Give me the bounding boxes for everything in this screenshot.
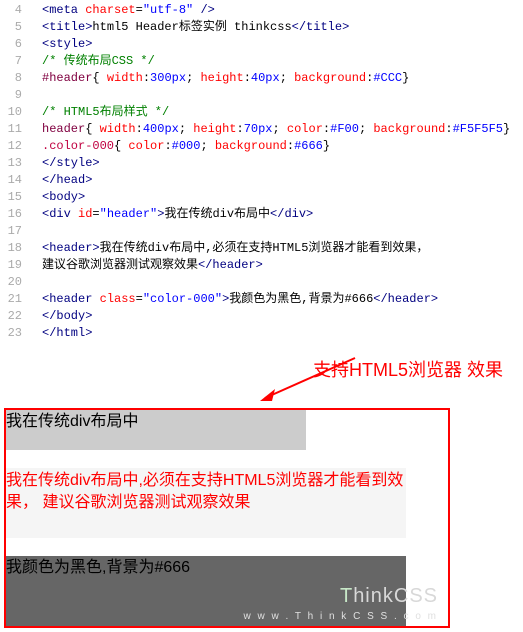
- line-number: 4: [0, 2, 30, 19]
- line-number: 21: [0, 291, 30, 308]
- line-number: 18: [0, 240, 30, 257]
- code-content[interactable]: [30, 223, 42, 240]
- code-content[interactable]: <title>html5 Header标签实例 thinkcss</title>: [30, 19, 349, 36]
- line-number: 19: [0, 257, 30, 274]
- code-line[interactable]: 6<style>: [0, 36, 523, 53]
- code-line[interactable]: 4<meta charset="utf-8" />: [0, 2, 523, 19]
- line-number: 20: [0, 274, 30, 291]
- output-div-header: 我在传统div布局中: [6, 410, 306, 450]
- code-content[interactable]: /* HTML5布局样式 */: [30, 104, 169, 121]
- code-line[interactable]: 12.color-000{ color:#000; background:#66…: [0, 138, 523, 155]
- code-content[interactable]: #header{ width:300px; height:40px; backg…: [30, 70, 409, 87]
- code-line[interactable]: 13</style>: [0, 155, 523, 172]
- code-line[interactable]: 5<title>html5 Header标签实例 thinkcss</title…: [0, 19, 523, 36]
- line-number: 8: [0, 70, 30, 87]
- line-number: 10: [0, 104, 30, 121]
- code-content[interactable]: header{ width:400px; height:70px; color:…: [30, 121, 510, 138]
- browser-output-panel: 我在传统div布局中 我在传统div布局中,必须在支持HTML5浏览器才能看到效…: [4, 408, 450, 628]
- code-content[interactable]: <body>: [30, 189, 85, 206]
- code-content[interactable]: </html>: [30, 325, 92, 342]
- line-number: 16: [0, 206, 30, 223]
- code-line[interactable]: 23</html>: [0, 325, 523, 342]
- code-content[interactable]: .color-000{ color:#000; background:#666}: [30, 138, 330, 155]
- code-content[interactable]: [30, 274, 42, 291]
- line-number: 5: [0, 19, 30, 36]
- code-line[interactable]: 17: [0, 223, 523, 240]
- line-number: 23: [0, 325, 30, 342]
- annotation-area: 支持HTML5浏览器 效果: [0, 348, 523, 408]
- code-content[interactable]: 建议谷歌浏览器测试观察效果</header>: [30, 257, 263, 274]
- code-line[interactable]: 9: [0, 87, 523, 104]
- code-content[interactable]: </head>: [30, 172, 92, 189]
- code-content[interactable]: <div id="header">我在传统div布局中</div>: [30, 206, 313, 223]
- line-number: 13: [0, 155, 30, 172]
- code-content[interactable]: [30, 87, 42, 104]
- line-number: 12: [0, 138, 30, 155]
- code-editor[interactable]: 4<meta charset="utf-8" />5<title>html5 H…: [0, 0, 523, 344]
- code-content[interactable]: <meta charset="utf-8" />: [30, 2, 215, 19]
- code-line[interactable]: 7/* 传统布局CSS */: [0, 53, 523, 70]
- line-number: 9: [0, 87, 30, 104]
- annotation-text: 支持HTML5浏览器 效果: [313, 356, 503, 382]
- code-line[interactable]: 20: [0, 274, 523, 291]
- line-number: 7: [0, 53, 30, 70]
- line-number: 15: [0, 189, 30, 206]
- code-line[interactable]: 10/* HTML5布局样式 */: [0, 104, 523, 121]
- code-line[interactable]: 14</head>: [0, 172, 523, 189]
- code-line[interactable]: 8#header{ width:300px; height:40px; back…: [0, 70, 523, 87]
- line-number: 17: [0, 223, 30, 240]
- line-number: 14: [0, 172, 30, 189]
- code-content[interactable]: <header>我在传统div布局中,必须在支持HTML5浏览器才能看到效果，: [30, 240, 428, 257]
- output-header-1: 我在传统div布局中,必须在支持HTML5浏览器才能看到效果， 建议谷歌浏览器测…: [6, 468, 406, 538]
- code-line[interactable]: 19建议谷歌浏览器测试观察效果</header>: [0, 257, 523, 274]
- code-line[interactable]: 22</body>: [0, 308, 523, 325]
- code-content[interactable]: <style>: [30, 36, 92, 53]
- code-line[interactable]: 18<header>我在传统div布局中,必须在支持HTML5浏览器才能看到效果…: [0, 240, 523, 257]
- code-line[interactable]: 21<header class="color-000">我颜色为黑色,背景为#6…: [0, 291, 523, 308]
- code-line[interactable]: 15<body>: [0, 189, 523, 206]
- code-content[interactable]: /* 传统布局CSS */: [30, 53, 155, 70]
- code-content[interactable]: <header class="color-000">我颜色为黑色,背景为#666…: [30, 291, 438, 308]
- code-line[interactable]: 16<div id="header">我在传统div布局中</div>: [0, 206, 523, 223]
- code-line[interactable]: 11header{ width:400px; height:70px; colo…: [0, 121, 523, 138]
- code-content[interactable]: </body>: [30, 308, 92, 325]
- code-content[interactable]: </style>: [30, 155, 100, 172]
- line-number: 22: [0, 308, 30, 325]
- line-number: 11: [0, 121, 30, 138]
- line-number: 6: [0, 36, 30, 53]
- output-header-2: 我颜色为黑色,背景为#666: [6, 556, 406, 626]
